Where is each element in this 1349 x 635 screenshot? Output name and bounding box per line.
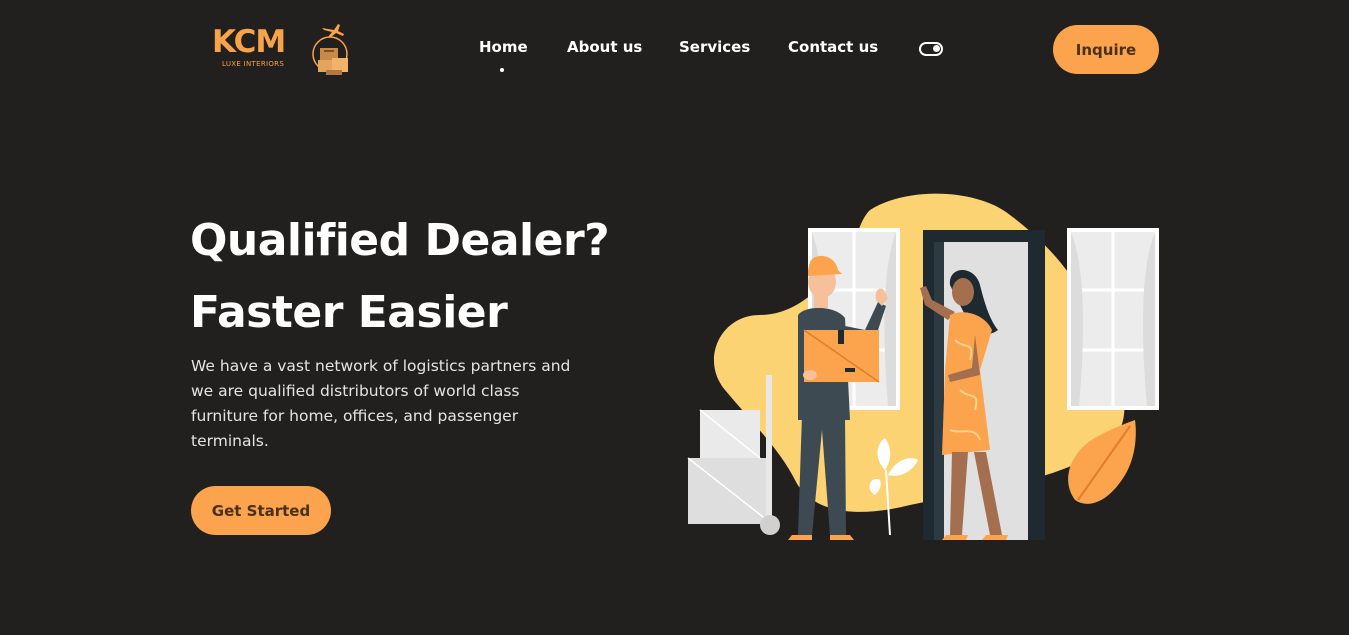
- get-started-button[interactable]: Get Started: [191, 486, 331, 535]
- hero-title-line2: Faster Easier: [190, 287, 508, 338]
- delivery-illustration: [687, 193, 1159, 540]
- right-window: [1067, 228, 1159, 410]
- hero-title-line1: Qualified Dealer?: [190, 215, 610, 266]
- yellow-blob: [713, 193, 1125, 512]
- active-nav-indicator: [500, 68, 504, 72]
- theme-toggle-icon[interactable]: [919, 42, 943, 56]
- nav-services[interactable]: Services: [679, 38, 750, 56]
- toggle-knob: [933, 45, 940, 52]
- nav-home[interactable]: Home: [479, 38, 528, 56]
- nav-contact-us[interactable]: Contact us: [788, 38, 878, 56]
- nav-about-us[interactable]: About us: [567, 38, 642, 56]
- hero-title: Qualified Dealer? Faster Easier: [190, 205, 610, 349]
- hero-description: We have a vast network of logistics part…: [191, 357, 571, 450]
- inquire-button[interactable]: Inquire: [1053, 25, 1159, 74]
